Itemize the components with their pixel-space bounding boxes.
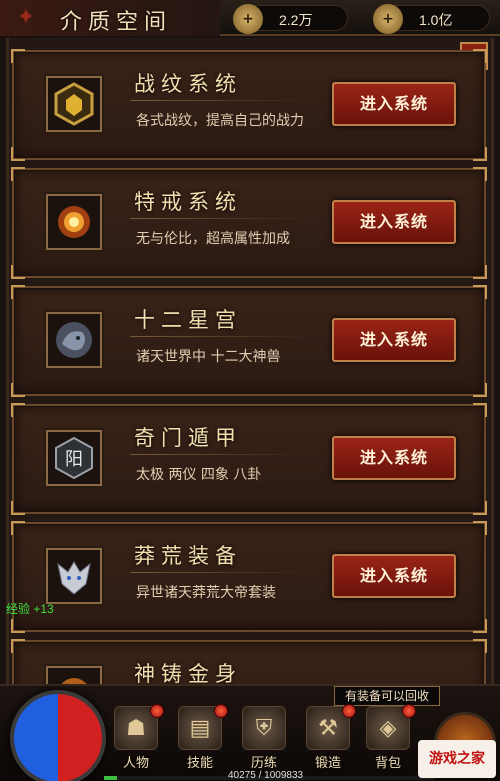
nav-forge[interactable]: ⚒ 锻造 bbox=[298, 704, 358, 776]
nav-label: 历练 bbox=[250, 756, 277, 771]
nav-label: 锻造 bbox=[314, 756, 341, 771]
enter-system-button[interactable]: 进入系统 bbox=[332, 554, 456, 598]
gold-currency: + 1.0亿 bbox=[373, 4, 490, 34]
system-card: 战纹系统 各式战纹，提高自己的战力 进入系统 bbox=[11, 49, 487, 161]
gold-ingot-icon[interactable]: + bbox=[373, 4, 403, 34]
gold-value: 1.0亿 bbox=[419, 12, 453, 28]
card-title: 战纹系统 bbox=[134, 72, 242, 96]
card-description: 异世诸天莽荒大帝套装 bbox=[136, 585, 276, 601]
enter-system-button[interactable]: 进入系统 bbox=[332, 436, 456, 480]
page-title: 介质空间 bbox=[60, 10, 173, 35]
card-title: 莽荒装备 bbox=[134, 544, 242, 568]
nav-skill[interactable]: ▤ 技能 bbox=[170, 704, 230, 776]
hp-mp-orb bbox=[10, 690, 106, 781]
card-description: 太极 两仪 四象 八卦 bbox=[136, 467, 262, 483]
silver-coin-icon[interactable]: + bbox=[233, 4, 263, 34]
xp-fill bbox=[104, 776, 118, 780]
dragon-emblem-icon: ✦ bbox=[16, 5, 36, 30]
notification-dot bbox=[214, 704, 228, 718]
silver-currency: + 2.2万 bbox=[233, 4, 348, 34]
card-title: 特戒系统 bbox=[134, 190, 242, 214]
silver-value: 2.2万 bbox=[279, 12, 313, 28]
notification-dot bbox=[150, 704, 164, 718]
system-card: 特戒系统 无与伦比，超高属性加成 进入系统 bbox=[11, 167, 487, 279]
dragon-icon bbox=[46, 312, 102, 368]
recycle-tooltip[interactable]: 有装备可以回收 bbox=[334, 686, 440, 706]
nav-label: 技能 bbox=[186, 756, 213, 771]
enter-system-button[interactable]: 进入系统 bbox=[332, 318, 456, 362]
card-title: 奇门遁甲 bbox=[134, 426, 242, 450]
card-description: 无与伦比，超高属性加成 bbox=[136, 231, 290, 247]
title-area: ✦ 介质空间 bbox=[0, 0, 220, 36]
nav-character[interactable]: ☗ 人物 bbox=[106, 704, 166, 776]
nav-bag[interactable]: ◈ 背包 bbox=[358, 704, 418, 776]
special-ring-icon bbox=[46, 194, 102, 250]
exp-gain-text: 经验 +13 bbox=[6, 602, 54, 616]
card-title: 十二星宫 bbox=[134, 308, 242, 332]
yang-seal-char: 阳 bbox=[65, 449, 83, 470]
site-watermark: 游戏之家 bbox=[418, 740, 496, 778]
system-card: 莽荒装备 异世诸天莽荒大帝套装 进入系统 bbox=[11, 521, 487, 633]
wolf-head-icon bbox=[46, 548, 102, 604]
xp-text: 40275 / 1009833 bbox=[228, 770, 304, 781]
armor-icon: ⛨ bbox=[242, 706, 286, 750]
system-card: 阳 奇门遁甲 太极 两仪 四象 八卦 进入系统 bbox=[11, 403, 487, 515]
notification-dot bbox=[342, 704, 356, 718]
card-description: 各式战纹，提高自己的战力 bbox=[136, 113, 304, 129]
nav-label: 人物 bbox=[122, 756, 149, 771]
nav-training[interactable]: ⛨ 历练 bbox=[234, 706, 294, 776]
war-pattern-icon bbox=[46, 76, 102, 132]
yang-seal-icon: 阳 bbox=[46, 430, 102, 486]
nav-label: 背包 bbox=[374, 756, 401, 771]
notification-dot bbox=[402, 704, 416, 718]
top-bar: ✦ 介质空间 + 2.2万 + 1.0亿 bbox=[0, 0, 500, 36]
enter-system-button[interactable]: 进入系统 bbox=[332, 82, 456, 126]
enter-system-button[interactable]: 进入系统 bbox=[332, 200, 456, 244]
system-card: 十二星宫 诸天世界中 十二大神兽 进入系统 bbox=[11, 285, 487, 397]
card-description: 诸天世界中 十二大神兽 bbox=[136, 349, 281, 365]
